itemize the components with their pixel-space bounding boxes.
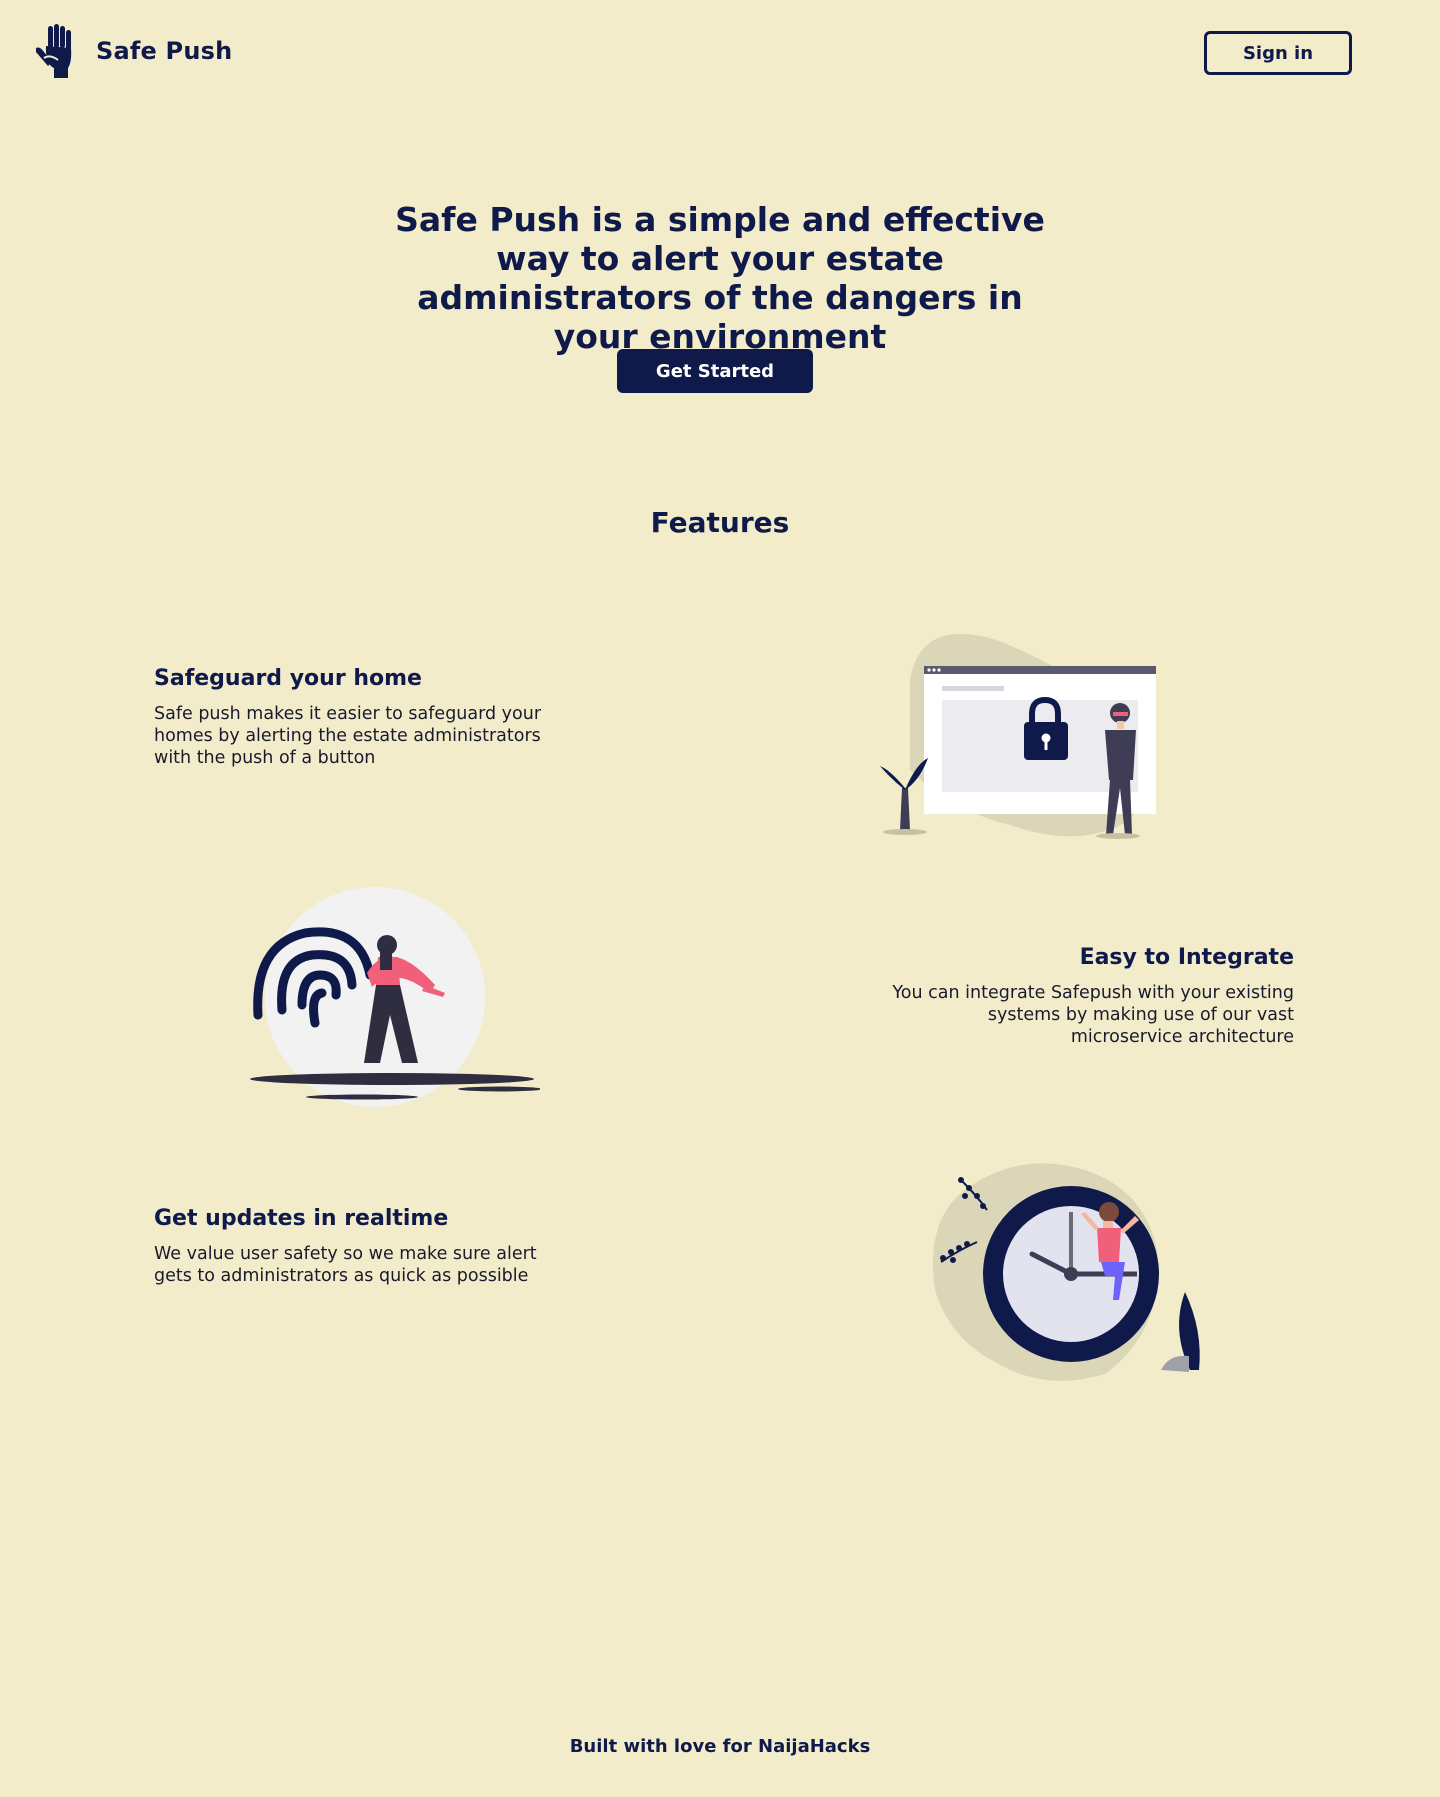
feature-description: We value user safety so we make sure ale… [154,1244,537,1286]
footer-credit: Built with love for NaijaHacks [569,1736,871,1757]
feature-title: Safeguard your home [154,666,422,691]
get-started-button[interactable]: Get Started [617,349,813,393]
brand-name: Safe Push [96,37,233,65]
site-header: Safe Push Sign in [0,0,1440,110]
feature-title: Get updates in realtime [154,1206,449,1231]
hand-logo-icon [36,24,72,78]
feature-description: You can integrate Safepush with your exi… [892,983,1294,1047]
fingerprint-illustration [250,887,540,1107]
brand[interactable]: Safe Push [34,24,232,78]
features-title: Features [650,506,790,539]
feature-title: Easy to Integrate [1079,945,1294,970]
feature-safeguard: Safeguard your home Safe push makes it e… [154,666,574,769]
feature-description: Safe push makes it easier to safeguard y… [154,704,542,768]
sign-in-button[interactable]: Sign in [1204,31,1352,75]
feature-realtime: Get updates in realtime We value user sa… [154,1206,574,1287]
clock-illustration [933,1163,1200,1381]
feature-integrate: Easy to Integrate You can integrate Safe… [874,945,1294,1048]
hero-title: Safe Push is a simple and effective way … [395,200,1045,356]
security-lock-illustration [880,633,1156,839]
